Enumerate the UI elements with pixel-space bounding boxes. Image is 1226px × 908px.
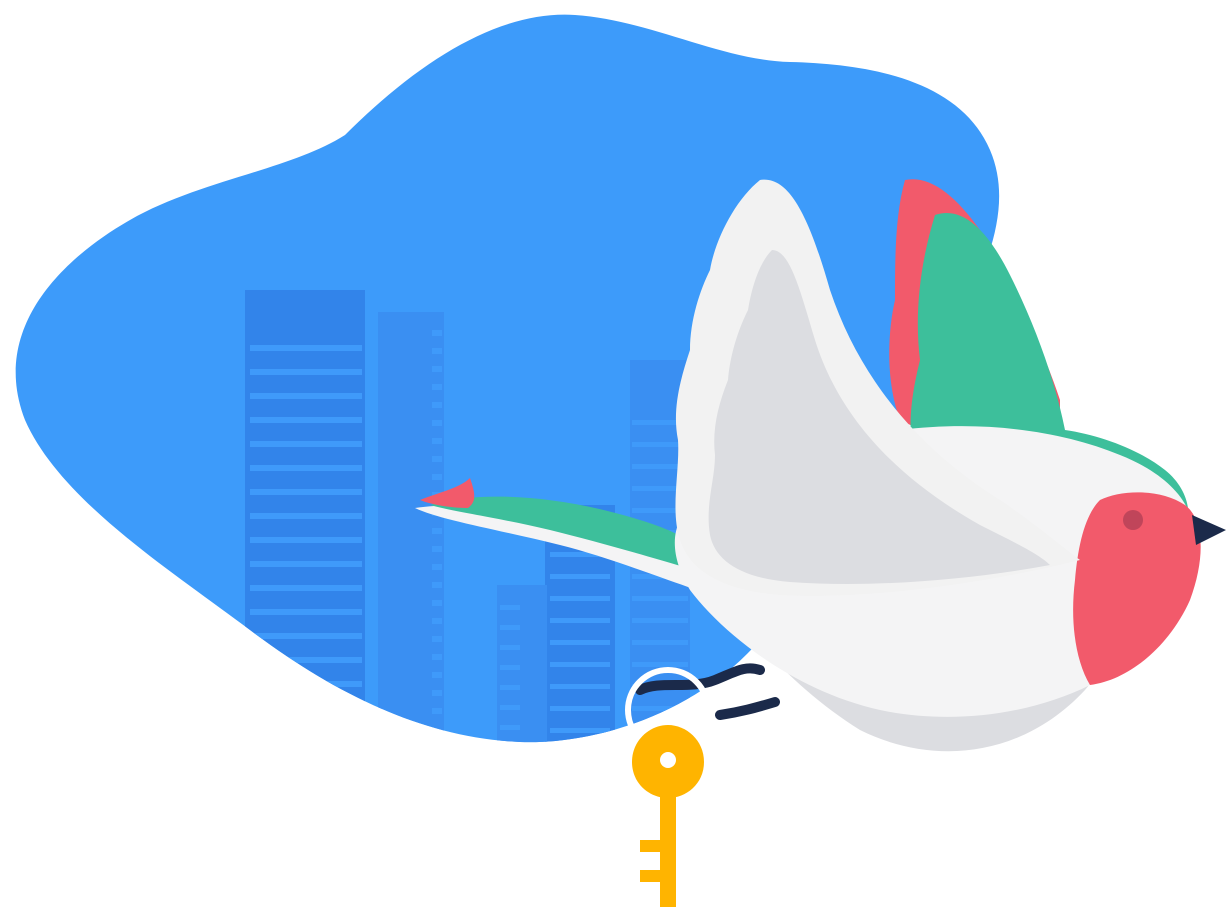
building-window — [432, 438, 442, 444]
building-window — [632, 706, 688, 711]
building-window — [632, 618, 688, 623]
key-icon — [632, 725, 704, 907]
building-window — [250, 441, 362, 447]
building-window — [250, 465, 362, 471]
building-window — [432, 654, 442, 660]
bird-eye — [1123, 510, 1143, 530]
building-window — [250, 369, 362, 375]
building-window — [500, 725, 520, 730]
bird-key-illustration — [15, 14, 1226, 907]
bird-head — [1073, 492, 1226, 685]
building-window — [250, 609, 362, 615]
beak — [1192, 515, 1226, 545]
building-window — [432, 402, 442, 408]
building-window — [250, 537, 362, 543]
building-window — [432, 600, 442, 606]
building-window — [250, 705, 362, 711]
building-window — [250, 681, 362, 687]
building-window — [250, 561, 362, 567]
building-window — [432, 618, 442, 624]
building-window — [500, 665, 520, 670]
building-window — [432, 348, 442, 354]
building-window — [432, 528, 442, 534]
building-window — [550, 640, 610, 645]
building-window — [550, 618, 610, 623]
building-window — [432, 582, 442, 588]
building-window — [500, 605, 520, 610]
building-window — [550, 706, 610, 711]
building-window — [432, 420, 442, 426]
building-window — [500, 625, 520, 630]
building-window — [432, 366, 442, 372]
building-window — [250, 345, 362, 351]
building-window — [632, 596, 688, 601]
building-window — [250, 633, 362, 639]
building-window — [250, 393, 362, 399]
building-window — [550, 662, 610, 667]
building-window — [432, 636, 442, 642]
building-window — [432, 690, 442, 696]
building-window — [250, 417, 362, 423]
building-window — [550, 728, 610, 733]
building-window — [500, 705, 520, 710]
illustration-canvas — [0, 0, 1226, 908]
building-window — [250, 513, 362, 519]
building-window — [500, 645, 520, 650]
building-window — [632, 640, 688, 645]
building-window — [432, 474, 442, 480]
building-window — [550, 574, 610, 579]
building-window — [432, 546, 442, 552]
building-window — [250, 585, 362, 591]
building-window — [432, 708, 442, 714]
building-window — [250, 489, 362, 495]
building-window — [250, 657, 362, 663]
building-window — [432, 456, 442, 462]
building-window — [432, 330, 442, 336]
building-window — [550, 596, 610, 601]
building-window — [432, 672, 442, 678]
building-window — [432, 564, 442, 570]
building-window — [500, 685, 520, 690]
building-window — [632, 662, 688, 667]
building-window — [432, 384, 442, 390]
building-window — [550, 684, 610, 689]
